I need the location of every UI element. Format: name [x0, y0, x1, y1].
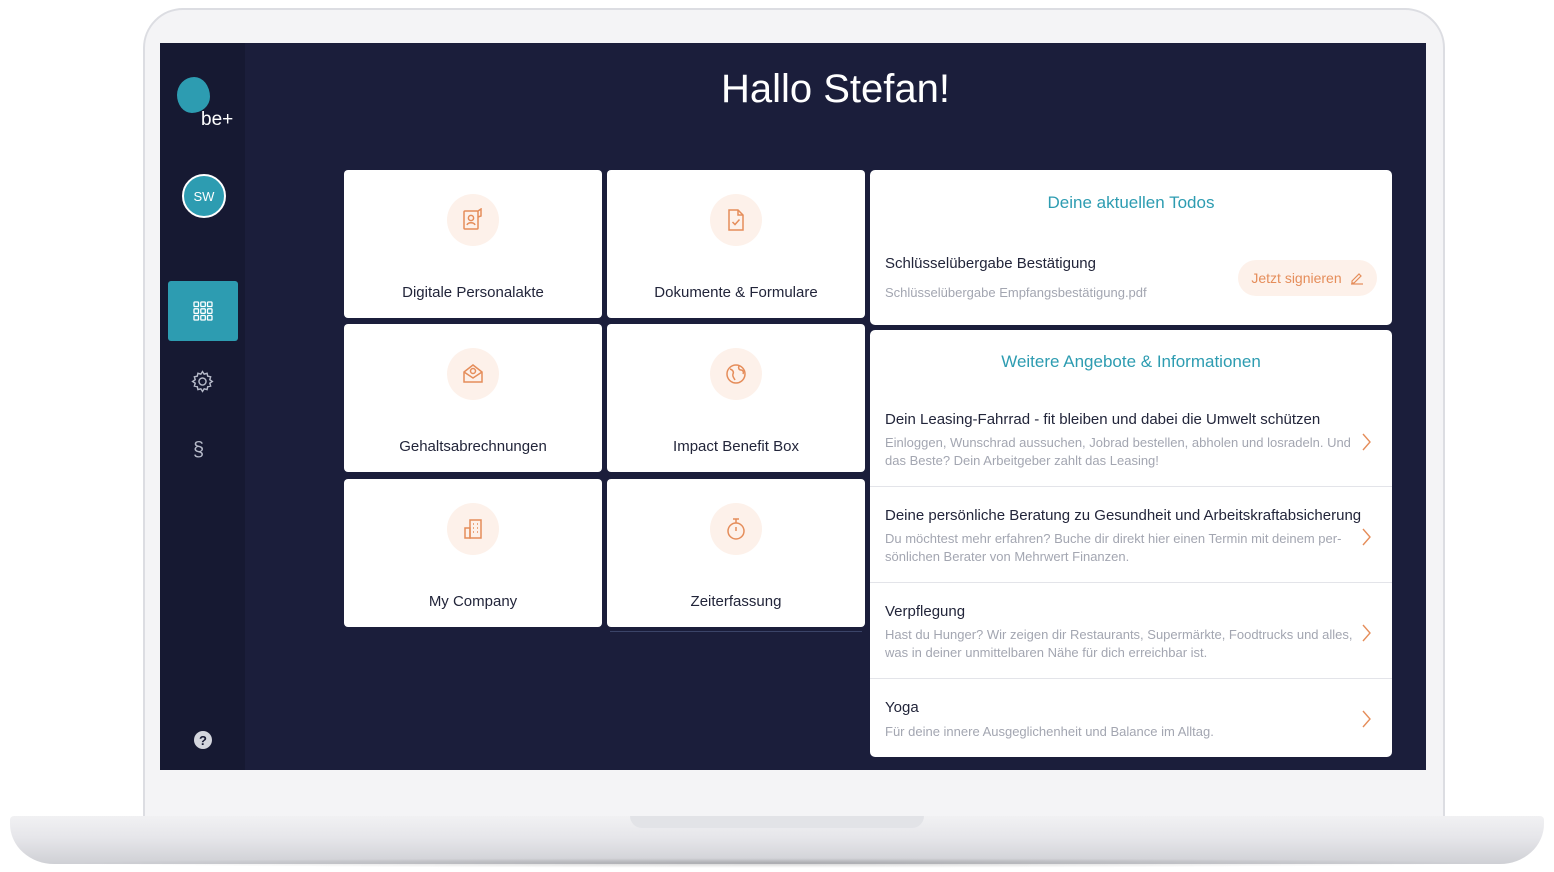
- gear-icon[interactable]: [190, 369, 215, 394]
- sign-button[interactable]: Jetzt signieren: [1238, 260, 1377, 296]
- globe-icon: [710, 348, 762, 400]
- tile-my-company[interactable]: My Company: [344, 479, 602, 627]
- tile-gehaltsabrechnungen[interactable]: Gehaltsabrechnungen: [344, 324, 602, 472]
- offer-desc: Du möchtest mehr erfahren? Buche dir dir…: [885, 531, 1342, 564]
- tile-label: Zeiterfassung: [690, 593, 782, 610]
- offer-desc: Für deine innere Ausgeglichenheit und Ba…: [885, 724, 1214, 739]
- sign-button-label: Jetzt signieren: [1251, 270, 1342, 286]
- todo-name: Schlüsselübergabe Bestätigung: [885, 255, 1096, 272]
- stopwatch-icon: [710, 503, 762, 555]
- offers-panel: Weitere Angebote & Informationen Dein Le…: [870, 330, 1392, 757]
- todos-title: Deine aktuellen Todos: [1047, 193, 1215, 212]
- offer-item-yoga[interactable]: Yoga Für deine innere Ausgeglichenheit u…: [870, 678, 1392, 757]
- offer-item-verpflegung[interactable]: Verpflegung Hast du Hunger? Wir zeigen d…: [870, 582, 1392, 678]
- personnel-file-icon: [447, 194, 499, 246]
- laptop-notch: [630, 816, 924, 828]
- tile-label: Impact Benefit Box: [673, 438, 799, 455]
- legal-icon[interactable]: §: [193, 439, 204, 462]
- logo-icon: [177, 77, 210, 113]
- tile-digitale-personalakte[interactable]: Digitale Personalakte: [344, 170, 602, 318]
- payroll-envelope-icon: [447, 348, 499, 400]
- sidebar: be+ SW § ?: [160, 43, 245, 770]
- offer-item-beratung[interactable]: Deine persönliche Beratung zu Gesundheit…: [870, 486, 1392, 582]
- chevron-right-icon: [1362, 528, 1371, 546]
- offer-desc: Hast du Hunger? Wir zeigen dir Restauran…: [885, 627, 1353, 660]
- document-check-icon: [710, 194, 762, 246]
- tile-zeiterfassung[interactable]: Zeiterfassung: [607, 479, 865, 627]
- offer-title: Dein Leasing-Fahrrad - fit bleiben und d…: [885, 411, 1321, 428]
- tile-label: Digitale Personalakte: [402, 284, 544, 301]
- avatar[interactable]: SW: [182, 174, 226, 218]
- pen-icon: [1350, 273, 1363, 285]
- tile-impact-benefit-box[interactable]: Impact Benefit Box: [607, 324, 865, 472]
- tile-label: Dokumente & Formulare: [654, 284, 818, 301]
- chevron-right-icon: [1362, 624, 1371, 642]
- tile-dokumente-formulare[interactable]: Dokumente & Formulare: [607, 170, 865, 318]
- grid-icon: [193, 301, 213, 321]
- chevron-right-icon: [1362, 710, 1371, 728]
- divider: [610, 631, 862, 632]
- offer-item-leasing[interactable]: Dein Leasing-Fahrrad - fit bleiben und d…: [870, 400, 1392, 486]
- tile-label: My Company: [428, 593, 518, 610]
- app-screen: be+ SW § ? Hallo Stefan! Digitale Person…: [160, 43, 1426, 770]
- offer-desc: Einloggen, Wunschrad aussuchen, Jobrad b…: [885, 435, 1351, 468]
- offers-title: Weitere Angebote & Informationen: [1001, 352, 1261, 371]
- offer-title: Verpflegung: [885, 603, 966, 620]
- help-icon[interactable]: ?: [194, 731, 212, 749]
- offer-title: Yoga: [885, 699, 919, 716]
- building-icon: [447, 503, 499, 555]
- todo-file[interactable]: Schlüsselübergabe Empfangsbestätigung.pd…: [885, 285, 1147, 300]
- laptop-shadow: [60, 858, 1494, 868]
- offer-title: Deine persönliche Beratung zu Gesundheit…: [885, 507, 1362, 524]
- page-title: Hallo Stefan!: [720, 67, 951, 111]
- logo-text: be+: [201, 109, 234, 130]
- tile-label: Gehaltsabrechnungen: [399, 438, 547, 455]
- chevron-right-icon: [1362, 433, 1371, 451]
- todos-panel: Deine aktuellen Todos Schlüsselübergabe …: [870, 170, 1392, 325]
- nav-dashboard-button[interactable]: [168, 281, 238, 341]
